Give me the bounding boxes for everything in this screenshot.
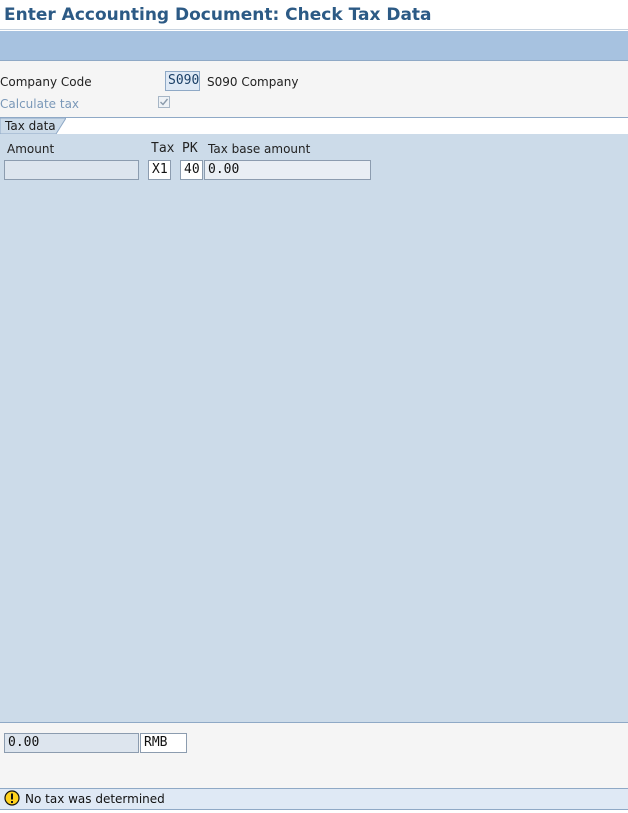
- totals-area: 0.00 RMB: [0, 722, 628, 789]
- status-message: No tax was determined: [25, 792, 165, 806]
- company-code-label: Company Code: [0, 75, 92, 89]
- tab-label: Tax data: [5, 119, 56, 133]
- column-header-tax-base-amount: Tax base amount: [208, 142, 311, 156]
- title-divider: [0, 29, 628, 30]
- check-icon: [160, 98, 169, 106]
- tax-data-panel: Amount Tax PK Tax base amount X1 40 0.00: [0, 134, 628, 722]
- application-toolbar: [0, 31, 628, 61]
- header-area: Company Code S090 S090 Company Calculate…: [0, 61, 628, 117]
- warning-icon: [4, 790, 20, 806]
- tax-code-field[interactable]: X1: [148, 160, 171, 180]
- tab-tax-data[interactable]: Tax data: [0, 118, 66, 134]
- status-bar: No tax was determined: [0, 788, 628, 810]
- amount-input[interactable]: [4, 160, 139, 180]
- company-code-field: S090: [165, 71, 200, 91]
- column-header-pk: PK: [182, 141, 198, 156]
- currency-field: RMB: [140, 733, 187, 753]
- tax-base-amount-field: 0.00: [204, 160, 371, 180]
- column-header-tax: Tax: [151, 141, 175, 156]
- page-title: Enter Accounting Document: Check Tax Dat…: [4, 5, 432, 25]
- posting-key-field[interactable]: 40: [180, 160, 203, 180]
- tab-strip-line: [0, 117, 628, 118]
- company-name: S090 Company: [207, 75, 299, 89]
- column-header-amount: Amount: [7, 142, 55, 156]
- calculate-tax-checkbox[interactable]: [158, 96, 170, 108]
- total-amount-field: 0.00: [4, 733, 139, 753]
- title-bar: Enter Accounting Document: Check Tax Dat…: [0, 0, 628, 30]
- calculate-tax-label: Calculate tax: [0, 97, 80, 111]
